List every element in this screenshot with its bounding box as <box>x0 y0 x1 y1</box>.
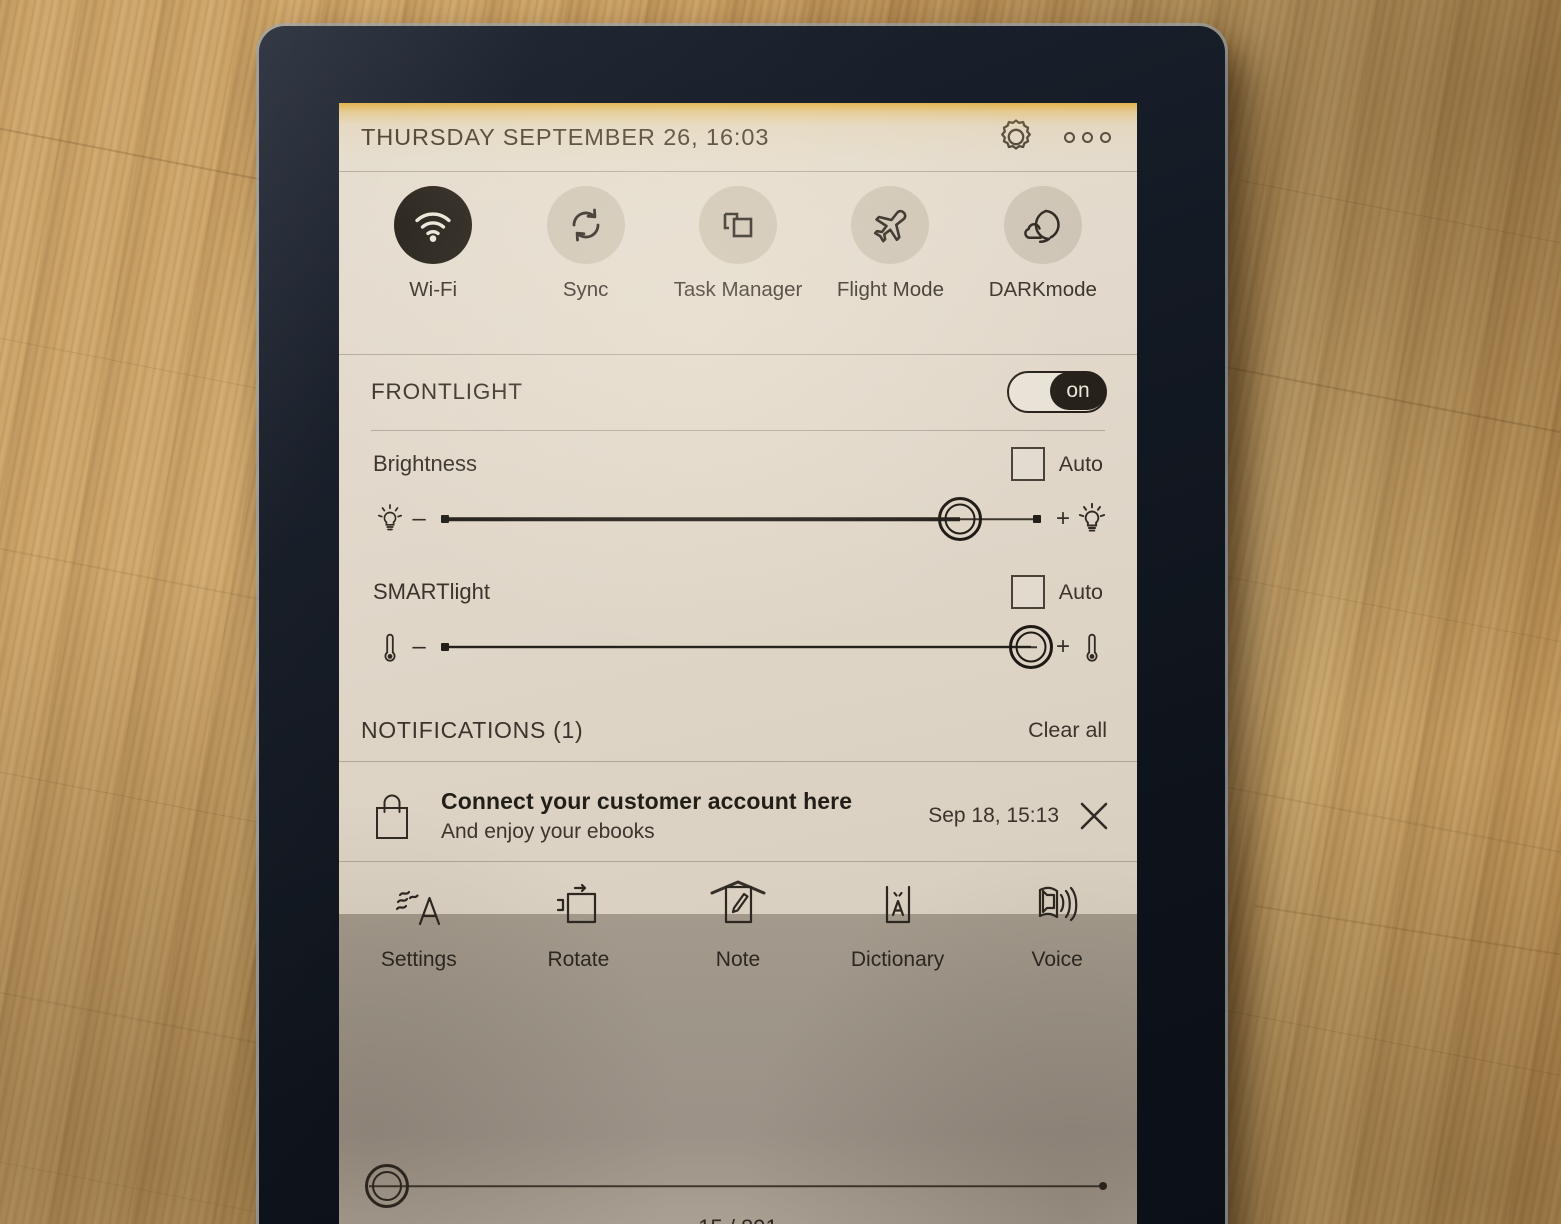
reader-toolbar: Settings Rotate Note Dictionary Voice <box>339 883 1137 1133</box>
page-slider-end-cap <box>1099 1182 1107 1190</box>
toolbar-item-settings[interactable]: Settings <box>339 890 499 972</box>
toolbar-item-rotate[interactable]: Rotate <box>499 883 659 972</box>
page-progress-bar: 15 / 891 <box>339 1133 1137 1224</box>
frontlight-divider <box>371 430 1105 431</box>
smartlight-plus[interactable]: + <box>1051 633 1075 661</box>
page-slider-thumb[interactable] <box>365 1164 410 1208</box>
smartlight-slider[interactable] <box>441 625 1054 669</box>
notification-timestamp: Sep 18, 15:13 <box>928 804 1059 827</box>
notification-subtitle: And enjoy your ebooks <box>441 820 655 843</box>
notifications-header: NOTIFICATIONS (1) Clear all <box>339 699 1137 761</box>
gear-icon[interactable] <box>994 115 1038 159</box>
ereader-device: THURSDAY SEPTEMBER 26, 16:03 Wi-Fi Sync … <box>259 26 1225 1224</box>
smartlight-track-start-cap <box>441 643 449 651</box>
smartlight-track-fill <box>445 645 1032 649</box>
brightness-auto-checkbox[interactable] <box>1010 447 1045 481</box>
note-pencil-icon <box>711 878 765 934</box>
task-manager-toggle-circle[interactable] <box>699 186 778 264</box>
brightness-slider-thumb[interactable] <box>938 497 983 541</box>
notification-item[interactable]: Connect your customer account here And e… <box>339 771 1137 861</box>
header-datetime: THURSDAY SEPTEMBER 26, 16:03 <box>361 123 770 150</box>
toolbar-label-voice: Voice <box>1031 948 1083 971</box>
sidebar-item-sync[interactable]: Sync <box>509 186 661 302</box>
brightness-minus[interactable]: – <box>407 505 431 533</box>
sync-toggle-circle[interactable] <box>546 186 625 264</box>
smartlight-minus[interactable]: – <box>407 633 431 661</box>
smartlight-auto-checkbox[interactable] <box>1010 575 1045 609</box>
toolbar-label-note: Note <box>715 948 761 971</box>
voice-speaker-icon <box>1030 878 1084 934</box>
flight-mode-label: Flight Mode <box>836 278 944 301</box>
wifi-toggle-circle[interactable] <box>394 186 473 264</box>
shopping-bag-icon <box>369 790 415 842</box>
brightness-group: Brightness Auto – + <box>339 441 1137 551</box>
brightness-auto-label: Auto <box>1058 451 1103 476</box>
page-slider[interactable] <box>365 1164 1107 1208</box>
header-divider <box>339 171 1137 172</box>
brightness-label: Brightness <box>373 451 477 476</box>
notifications-divider <box>339 761 1137 762</box>
toolbar-item-dictionary[interactable]: Dictionary <box>818 885 978 972</box>
brightness-auto-control[interactable]: Auto <box>1010 447 1103 481</box>
darkmode-label: DARKmode <box>988 278 1097 301</box>
brightness-track-start-cap <box>441 515 449 523</box>
text-settings-icon <box>392 878 446 934</box>
brightness-slider-row: – + <box>339 487 1137 551</box>
lightbulb-small-icon <box>373 500 407 538</box>
sync-label: Sync <box>562 278 609 301</box>
smartlight-slider-thumb[interactable] <box>1009 625 1054 669</box>
task-manager-label: Task Manager <box>673 278 803 301</box>
close-icon[interactable] <box>1077 799 1111 833</box>
dictionary-icon <box>871 878 925 934</box>
frontlight-title: FRONTLIGHT <box>371 379 523 404</box>
page-slider-track <box>369 1185 1107 1187</box>
notifications-title: NOTIFICATIONS (1) <box>361 716 584 743</box>
page-slider-row <box>365 1161 1107 1211</box>
frontlight-switch-label: on <box>1050 372 1106 410</box>
sidebar-item-darkmode[interactable]: DARKmode <box>967 186 1119 302</box>
smartlight-group: SMARTlight Auto – + <box>339 569 1137 679</box>
sidebar-item-task-manager[interactable]: Task Manager <box>662 186 814 302</box>
more-options-icon[interactable] <box>1064 131 1111 143</box>
clear-all-button[interactable]: Clear all <box>1028 718 1107 743</box>
brightness-track-fill <box>445 517 961 521</box>
smartlight-auto-label: Auto <box>1058 579 1103 604</box>
page-counter: 15 / 891 <box>339 1215 1137 1224</box>
toolbar-item-voice[interactable]: Voice <box>977 886 1137 972</box>
thermometer-icon <box>373 628 407 666</box>
thermometer-icon <box>1075 628 1109 666</box>
frontlight-switch[interactable]: on <box>1007 371 1107 413</box>
toolbar-label-rotate: Rotate <box>547 948 610 971</box>
sidebar-item-flight-mode[interactable]: Flight Mode <box>814 186 966 302</box>
quick-settings-panel: THURSDAY SEPTEMBER 26, 16:03 Wi-Fi Sync … <box>339 103 1137 914</box>
toolbar-item-note[interactable]: Note <box>658 885 818 972</box>
smartlight-auto-control[interactable]: Auto <box>1010 575 1103 609</box>
notification-text: Connect your customer account here And e… <box>441 788 852 844</box>
lightbulb-large-icon <box>1075 500 1109 538</box>
brightness-track-end-cap <box>1033 515 1041 523</box>
wifi-label: Wi-Fi <box>409 278 458 301</box>
darkmode-toggle-circle[interactable] <box>1003 186 1082 264</box>
brightness-slider[interactable] <box>441 497 1041 541</box>
toolbar-label-dictionary: Dictionary <box>850 948 945 971</box>
smartlight-label-row: SMARTlight Auto <box>339 569 1137 615</box>
brightness-plus[interactable]: + <box>1051 505 1075 533</box>
toolbar-label-settings: Settings <box>380 948 457 971</box>
flight-mode-toggle-circle[interactable] <box>851 186 930 264</box>
smartlight-slider-row: – + <box>339 615 1137 679</box>
notification-title: Connect your customer account here <box>441 788 853 814</box>
panel-header: THURSDAY SEPTEMBER 26, 16:03 <box>339 103 1137 171</box>
smartlight-label: SMARTlight <box>373 579 490 604</box>
sidebar-item-wifi[interactable]: Wi-Fi <box>357 186 509 302</box>
brightness-label-row: Brightness Auto <box>339 441 1137 487</box>
frontlight-header: FRONTLIGHT on <box>339 354 1137 430</box>
quick-toggle-row: Wi-Fi Sync Task Manager Flight Mode DARK… <box>339 186 1137 302</box>
rotate-screen-icon <box>551 878 605 934</box>
ereader-screen[interactable]: THURSDAY SEPTEMBER 26, 16:03 Wi-Fi Sync … <box>339 103 1137 1224</box>
